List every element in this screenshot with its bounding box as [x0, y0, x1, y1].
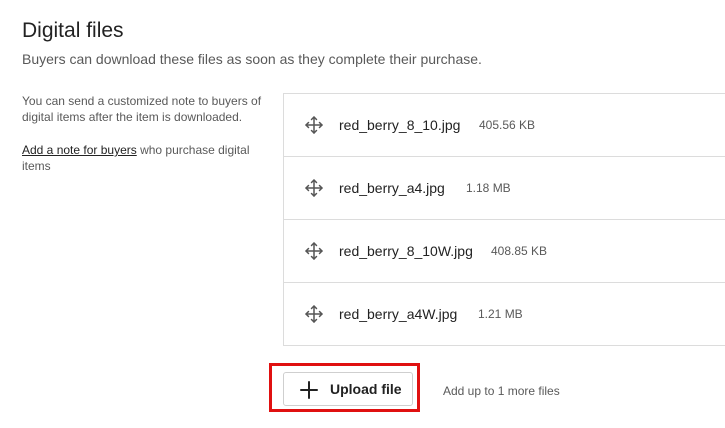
- file-name: red_berry_8_10W.jpg: [339, 243, 473, 259]
- upload-file-button[interactable]: Upload file: [283, 372, 413, 406]
- file-size: 405.56 KB: [479, 118, 536, 132]
- add-note-line: Add a note for buyers who purchase digit…: [22, 142, 262, 174]
- file-name: red_berry_a4.jpg: [339, 180, 445, 196]
- file-name: red_berry_8_10.jpg: [339, 117, 461, 133]
- upload-hint: Add up to 1 more files: [443, 384, 560, 398]
- file-size: 408.85 KB: [491, 244, 548, 258]
- add-note-link[interactable]: Add a note for buyers: [22, 143, 137, 157]
- file-list: red_berry_8_10.jpg 405.56 KB red_berry_a…: [283, 93, 725, 346]
- side-note-text: You can send a customized note to buyers…: [22, 94, 262, 124]
- move-icon[interactable]: [304, 241, 324, 261]
- file-name: red_berry_a4W.jpg: [339, 306, 458, 322]
- side-note: You can send a customized note to buyers…: [22, 93, 262, 174]
- file-size: 1.21 MB: [478, 307, 523, 321]
- move-icon[interactable]: [304, 304, 324, 324]
- file-row[interactable]: red_berry_8_10W.jpg 408.85 KB: [284, 220, 725, 283]
- move-icon[interactable]: [304, 178, 324, 198]
- section-title: Digital files: [22, 19, 124, 42]
- plus-icon: [300, 381, 318, 399]
- file-row[interactable]: red_berry_a4W.jpg 1.21 MB: [284, 283, 725, 345]
- upload-file-label: Upload file: [330, 381, 402, 397]
- move-icon[interactable]: [304, 115, 324, 135]
- file-row[interactable]: red_berry_a4.jpg 1.18 MB: [284, 157, 725, 220]
- file-size: 1.18 MB: [466, 181, 511, 195]
- section-subtitle: Buyers can download these files as soon …: [22, 51, 482, 67]
- file-row[interactable]: red_berry_8_10.jpg 405.56 KB: [284, 94, 725, 157]
